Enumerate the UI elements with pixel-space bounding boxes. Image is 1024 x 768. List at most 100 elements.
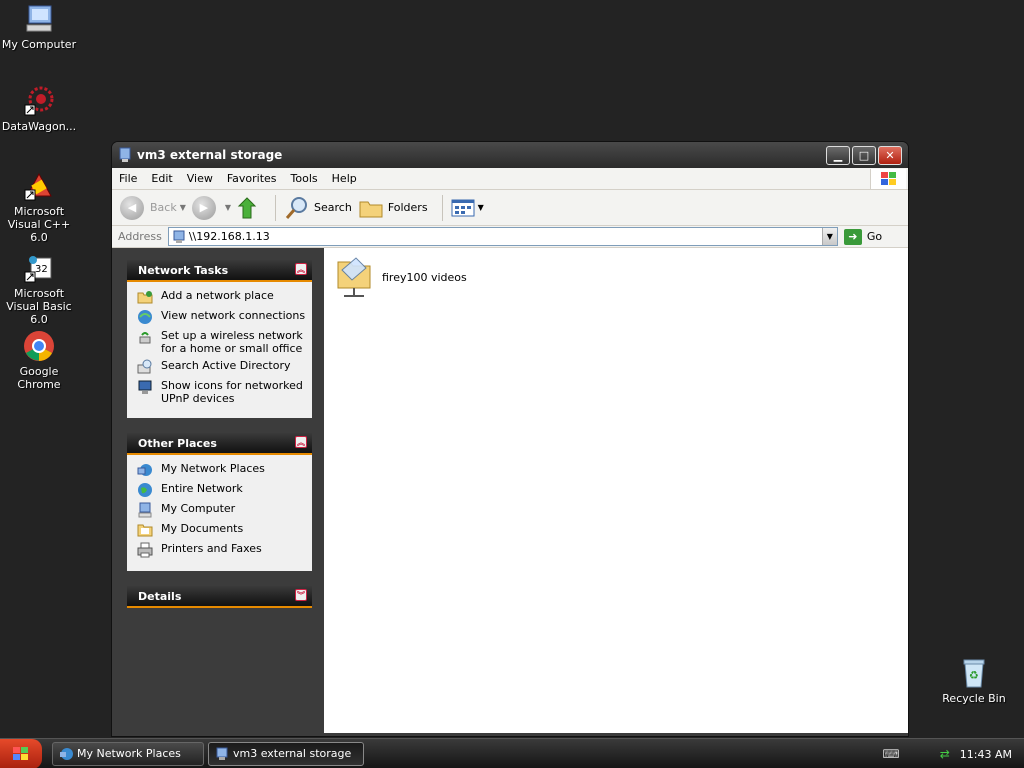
desktop-icon-label: Google Chrome	[17, 365, 61, 391]
my-computer-icon	[23, 3, 55, 35]
file-item[interactable]: firey100 videos	[336, 254, 467, 300]
go-button[interactable]: ➜ Go	[843, 228, 883, 245]
place-my-documents[interactable]: My Documents	[137, 522, 308, 538]
chevron-down-icon: ▼	[477, 203, 484, 212]
other-places-header[interactable]: Other Places ︽	[127, 433, 312, 455]
network-drive-icon	[173, 230, 185, 243]
folders-button[interactable]: Folders	[358, 197, 428, 219]
desktop-icon-label: Microsoft Visual C++ 6.0	[7, 205, 71, 244]
task-setup-wireless[interactable]: Set up a wireless network for a home or …	[137, 329, 308, 355]
address-value: \\192.168.1.13	[188, 230, 270, 243]
chrome-icon	[23, 330, 55, 362]
go-label: Go	[866, 230, 883, 243]
back-label: Back	[150, 201, 177, 214]
add-network-place-icon	[137, 291, 153, 304]
collapse-icon[interactable]: ︽	[295, 263, 307, 275]
collapse-icon[interactable]: ︽	[295, 436, 307, 448]
system-tray: ⌨ ⇄ 11:43 AM	[882, 739, 1024, 768]
explorer-window: vm3 external storage ▁ □ ✕ File Edit Vie…	[111, 141, 909, 737]
folders-label: Folders	[387, 201, 428, 214]
content-area: Network Tasks ︽ Add a network place View…	[112, 248, 908, 733]
menu-help[interactable]: Help	[325, 172, 364, 185]
shared-folder-icon	[336, 254, 376, 300]
menu-bar: File Edit View Favorites Tools Help	[112, 168, 908, 190]
clock[interactable]: 11:43 AM	[960, 748, 1012, 761]
task-pane: Network Tasks ︽ Add a network place View…	[112, 248, 324, 733]
directory-search-icon	[137, 359, 152, 374]
menu-favorites[interactable]: Favorites	[220, 172, 284, 185]
chevron-down-icon: ▼	[224, 203, 232, 212]
maximize-button[interactable]: □	[852, 145, 876, 165]
svg-text:32: 32	[35, 264, 48, 275]
menu-file[interactable]: File	[112, 172, 144, 185]
taskbar: My Network Places vm3 external storage ⌨…	[0, 738, 1024, 768]
datawagon-icon	[23, 85, 55, 117]
place-my-network-places[interactable]: My Network Places	[137, 462, 308, 478]
desktop-icon-recycle-bin[interactable]: ♻ Recycle Bin	[935, 657, 1013, 705]
taskbar-item-my-network-places[interactable]: My Network Places	[52, 741, 204, 766]
back-button[interactable]: ◀ Back ▼	[120, 195, 186, 220]
panel-title: Other Places	[138, 436, 217, 450]
taskbar-item-label: My Network Places	[77, 747, 181, 760]
task-label: Show icons for networked UPnP devices	[161, 379, 303, 405]
network-drive-icon	[216, 747, 228, 760]
task-search-active-directory[interactable]: Search Active Directory	[137, 359, 308, 375]
task-label: Search Active Directory	[161, 359, 291, 372]
menu-edit[interactable]: Edit	[144, 172, 179, 185]
windows-logo-icon	[13, 746, 28, 760]
svg-text:♻: ♻	[969, 669, 979, 682]
up-folder-button[interactable]	[237, 196, 261, 220]
windows-logo-icon	[870, 169, 906, 189]
details-header[interactable]: Details ︾	[127, 586, 312, 608]
minimize-button[interactable]: ▁	[826, 145, 850, 165]
network-tasks-header[interactable]: Network Tasks ︽	[127, 260, 312, 282]
address-dropdown-button[interactable]: ▼	[821, 228, 837, 245]
desktop-icon-my-computer[interactable]: My Computer	[0, 3, 78, 51]
up-arrow-icon	[237, 196, 257, 218]
menu-tools[interactable]: Tools	[284, 172, 325, 185]
start-button[interactable]	[0, 738, 42, 768]
task-show-upnp-icons[interactable]: Show icons for networked UPnP devices	[137, 379, 308, 405]
taskbar-item-vm3-external-storage[interactable]: vm3 external storage	[208, 741, 364, 766]
desktop-icon-chrome[interactable]: Google Chrome	[0, 330, 78, 391]
file-name: firey100 videos	[382, 270, 467, 284]
task-view-network-connections[interactable]: View network connections	[137, 309, 308, 325]
search-button[interactable]: Search	[284, 195, 352, 221]
keyboard-icon[interactable]: ⌨	[882, 747, 899, 761]
chevron-down-icon: ▼	[179, 203, 186, 212]
task-add-network-place[interactable]: Add a network place	[137, 289, 308, 305]
title-bar[interactable]: vm3 external storage ▁ □ ✕	[112, 142, 908, 168]
place-printers-faxes[interactable]: Printers and Faxes	[137, 542, 308, 558]
network-tasks-panel: Network Tasks ︽ Add a network place View…	[127, 260, 312, 418]
expand-icon[interactable]: ︾	[295, 589, 307, 601]
task-label: View network connections	[161, 309, 306, 322]
go-arrow-icon: ➜	[843, 228, 862, 245]
window-title: vm3 external storage	[137, 148, 283, 162]
views-icon	[451, 199, 475, 216]
task-label: Set up a wireless network for a home or …	[161, 329, 303, 355]
wireless-icon	[139, 332, 151, 344]
panel-title: Network Tasks	[138, 263, 229, 277]
forward-button[interactable]: ▶ ▼	[191, 195, 232, 220]
menu-view[interactable]: View	[180, 172, 220, 185]
desktop-icon-label: DataWagon...	[1, 120, 77, 133]
desktop-icon-visual-cpp[interactable]: Microsoft Visual C++ 6.0	[0, 170, 78, 244]
views-button[interactable]: ▼	[451, 198, 484, 218]
network-places-icon	[60, 747, 73, 760]
file-view[interactable]: firey100 videos	[324, 248, 908, 733]
toolbar-separator	[275, 194, 277, 221]
network-status-icon[interactable]: ⇄	[940, 747, 950, 761]
search-icon	[285, 196, 308, 219]
desktop-icon-visual-basic[interactable]: 32 Microsoft Visual Basic 6.0	[0, 252, 78, 326]
address-input[interactable]: \\192.168.1.13 ▼	[167, 227, 838, 246]
place-label: Entire Network	[161, 482, 243, 495]
close-button[interactable]: ✕	[878, 145, 902, 165]
toolbar-separator	[441, 194, 443, 221]
upnp-devices-icon	[138, 380, 152, 394]
desktop-icon-datawagon[interactable]: DataWagon...	[0, 85, 78, 133]
desktop-icon-label: Recycle Bin	[942, 692, 1006, 705]
network-connections-icon	[138, 310, 152, 324]
globe-icon	[138, 483, 152, 497]
place-my-computer[interactable]: My Computer	[137, 502, 308, 518]
place-entire-network[interactable]: Entire Network	[137, 482, 308, 498]
